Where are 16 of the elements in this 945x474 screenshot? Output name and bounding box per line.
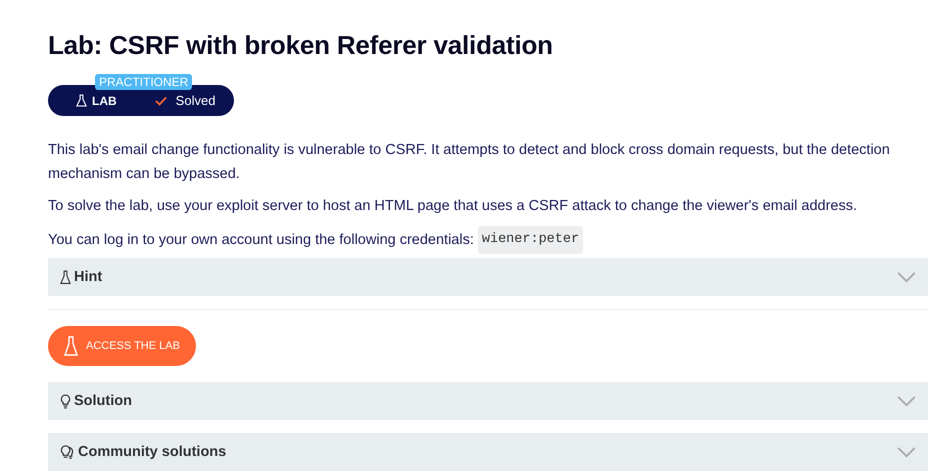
flask-icon [76,94,87,107]
credentials-text: You can log in to your own account using the following credentials: [48,231,474,250]
level-badge: PRACTITIONER [95,74,192,90]
description-text: This lab's email change functionality is vulnerable to CSRF. It attempts to detect and block cross domain requests, but the detection mechanism can be bypassed. [48,141,891,184]
page-title: Lab: CSRF with broken Referer validation [48,30,554,61]
lab-label: LAB [92,94,117,108]
accordion-header[interactable]: Community solutions [48,433,928,471]
status-label: Solved [176,93,216,108]
lightbulb-icon [60,394,71,408]
accordion-header[interactable]: Solution [48,382,928,420]
flask-icon [64,336,78,356]
credentials-code: wiener:peter [478,226,584,254]
accordion-header[interactable]: Hint [48,258,928,296]
lightbulbs-icon [60,444,75,460]
description-text: To solve the lab, use your exploit server to host an HTML page that uses a CSRF attack to change the viewer's email address. [48,197,858,216]
flask-icon [60,270,71,284]
